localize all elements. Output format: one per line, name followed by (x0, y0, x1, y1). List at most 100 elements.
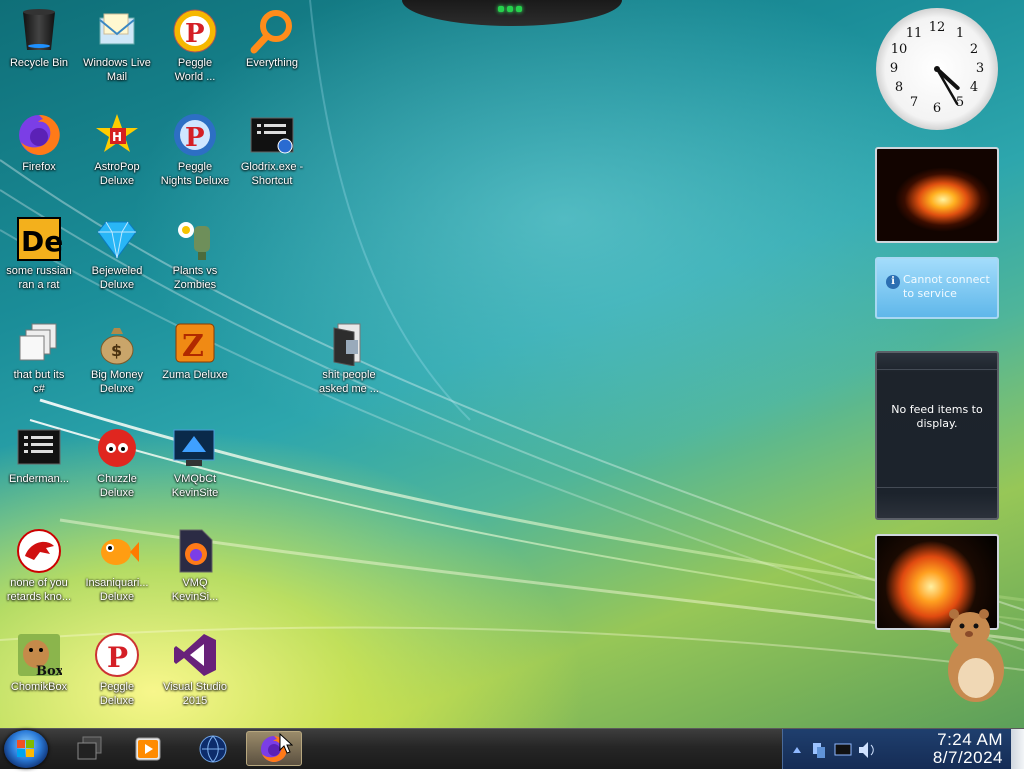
desktop-icon-insaniquarium[interactable]: Insaniquari... Deluxe (78, 526, 156, 604)
de-icon: De (16, 216, 62, 262)
taskbar-media-player[interactable] (120, 731, 176, 766)
visual-studio-icon (172, 632, 218, 678)
desktop-icon-folder[interactable]: shit people asked me ... (310, 318, 388, 396)
start-button[interactable] (4, 730, 48, 768)
desktop-icon-zuma[interactable]: Z Zuma Deluxe (156, 318, 234, 382)
icon-label: Big Money Deluxe (91, 369, 143, 395)
desktop-icon-chomikbox[interactable]: Box ChomikBox (0, 630, 78, 694)
clock-gadget[interactable]: 12 1 2 3 4 5 6 7 8 9 10 11 (876, 8, 998, 130)
pvz-icon (172, 216, 218, 262)
icon-label: AstroPop Deluxe (94, 161, 140, 187)
icon-label: Glodrix.exe - Shortcut (240, 161, 304, 187)
windows-logo-icon (17, 740, 34, 757)
icon-label: ChomikBox (10, 681, 68, 693)
desktop-icon-peggle-world[interactable]: P Peggle World ... (156, 6, 234, 84)
icon-label: Peggle Deluxe (99, 681, 135, 707)
desktop-icon-peggle-deluxe[interactable]: P Peggle Deluxe (78, 630, 156, 708)
desktop-icon-some-russian[interactable]: De some russian ran a rat (0, 214, 78, 292)
astropop-icon: H (94, 112, 140, 158)
dock-indicator (498, 6, 522, 12)
peggle-nights-icon: P (172, 112, 218, 158)
icon-label: some russian ran a rat (6, 265, 72, 291)
desktop-icon-enderman[interactable]: Enderman... (0, 422, 78, 486)
volume-icon[interactable] (859, 742, 874, 758)
feed-message: No feed items to display. (891, 403, 983, 430)
icon-label: VMQbCt KevinSite (171, 473, 219, 499)
vm-icon (172, 424, 218, 470)
taskbar-globe[interactable] (185, 731, 241, 766)
show-desktop-button[interactable] (1011, 729, 1024, 769)
desktop-icon-firefox[interactable]: Firefox (0, 110, 78, 174)
svg-text:P: P (185, 123, 205, 153)
zuma-icon: Z (172, 320, 218, 366)
network-icon[interactable] (813, 743, 825, 758)
icon-label: Everything (246, 57, 298, 69)
goldfish-icon (94, 528, 140, 574)
weather-message: Cannot connect to service (903, 273, 990, 300)
hamster-box-icon: Box (16, 632, 62, 678)
window-switcher-icon (77, 736, 102, 759)
desktop-icon-bejeweled[interactable]: Bejeweled Deluxe (78, 214, 156, 292)
desktop-icon-chuzzle[interactable]: Chuzzle Deluxe (78, 422, 156, 500)
desktop-icon-peggle-nights[interactable]: P Peggle Nights Deluxe (156, 110, 234, 188)
action-center-icon[interactable] (834, 743, 852, 756)
mouse-cursor-icon (279, 733, 293, 754)
mail-icon (94, 8, 140, 54)
icon-label: Chuzzle Deluxe (97, 473, 137, 499)
icon-label: Recycle Bin (9, 57, 69, 69)
show-hidden-icon[interactable] (793, 747, 801, 753)
icon-label: Visual Studio 2015 (162, 681, 227, 707)
notification-area: 7:24 AM 8/7/2024 (782, 729, 1024, 769)
icon-label: shit people asked me ... (319, 369, 379, 395)
taskbar-window-switcher[interactable] (62, 731, 118, 766)
icon-label: Bejeweled Deluxe (91, 265, 143, 291)
svg-text:$: $ (111, 341, 122, 360)
taskbar: 7:24 AM 8/7/2024 (0, 728, 1024, 769)
tray-icons (793, 742, 874, 758)
hamster-desktop-pet[interactable] (940, 606, 1010, 706)
icon-label: Zuma Deluxe (162, 369, 228, 381)
globe-icon (199, 735, 227, 762)
peggle-deluxe-icon: P (94, 632, 140, 678)
diamond-icon (94, 216, 140, 262)
slideshow-gadget[interactable] (875, 147, 999, 243)
folder-icon (326, 320, 372, 366)
desktop-icon-astropop[interactable]: H AstroPop Deluxe (78, 110, 156, 188)
firefox-file-icon (172, 528, 218, 574)
taskbar-firefox[interactable] (246, 731, 302, 766)
terminal-shortcut-icon (249, 112, 295, 158)
weather-gadget[interactable]: i Cannot connect to service (875, 257, 999, 319)
feed-headlines-gadget[interactable]: No feed items to display. (875, 351, 999, 520)
icon-label: Enderman... (9, 473, 69, 485)
peggle-icon: P (172, 8, 218, 54)
desktop-icon-that-but-its-csharp[interactable]: that but its c# (0, 318, 78, 396)
recycle-bin-icon (16, 8, 62, 54)
desktop-icon-vmqbct[interactable]: VMQbCt KevinSite (156, 422, 234, 500)
icon-label: Plants vs Zombies (172, 265, 218, 291)
desktop-icon-vmq-kevinsite[interactable]: VMQ KevinSi... (156, 526, 234, 604)
icon-label: Peggle Nights Deluxe (160, 161, 230, 187)
icon-label: Peggle World ... (174, 57, 216, 83)
money-bag-icon: $ (94, 320, 140, 366)
info-icon: i (886, 275, 900, 289)
media-player-icon (135, 737, 161, 760)
desktop-icon-visual-studio[interactable]: Visual Studio 2015 (156, 630, 234, 708)
desktop-icon-recycle-bin[interactable]: Recycle Bin (0, 6, 78, 70)
clock-hands (934, 66, 960, 105)
copy-pages-icon (16, 320, 62, 366)
icon-label: VMQ KevinSi... (171, 577, 219, 603)
svg-text:Z: Z (182, 329, 204, 364)
desktop[interactable]: Recycle Bin Firefox De some russian ran … (0, 0, 1024, 728)
desktop-icon-plants-vs-zombies[interactable]: Plants vs Zombies (156, 214, 234, 292)
chuzzle-icon (94, 424, 140, 470)
svg-text:H: H (112, 130, 122, 144)
tray-clock-date[interactable]: 8/7/2024 (933, 748, 1003, 768)
icon-label: Windows Live Mail (83, 57, 151, 83)
desktop-icon-everything[interactable]: Everything (233, 6, 311, 70)
desktop-icon-glodrix[interactable]: Glodrix.exe - Shortcut (233, 110, 311, 188)
icon-label: Firefox (22, 161, 56, 173)
desktop-icon-none-of-you[interactable]: none of you retards kno... (0, 526, 78, 604)
desktop-icon-big-money[interactable]: $ Big Money Deluxe (78, 318, 156, 396)
tray-clock-time[interactable]: 7:24 AM (937, 730, 1003, 750)
desktop-icon-windows-live-mail[interactable]: Windows Live Mail (78, 6, 156, 84)
